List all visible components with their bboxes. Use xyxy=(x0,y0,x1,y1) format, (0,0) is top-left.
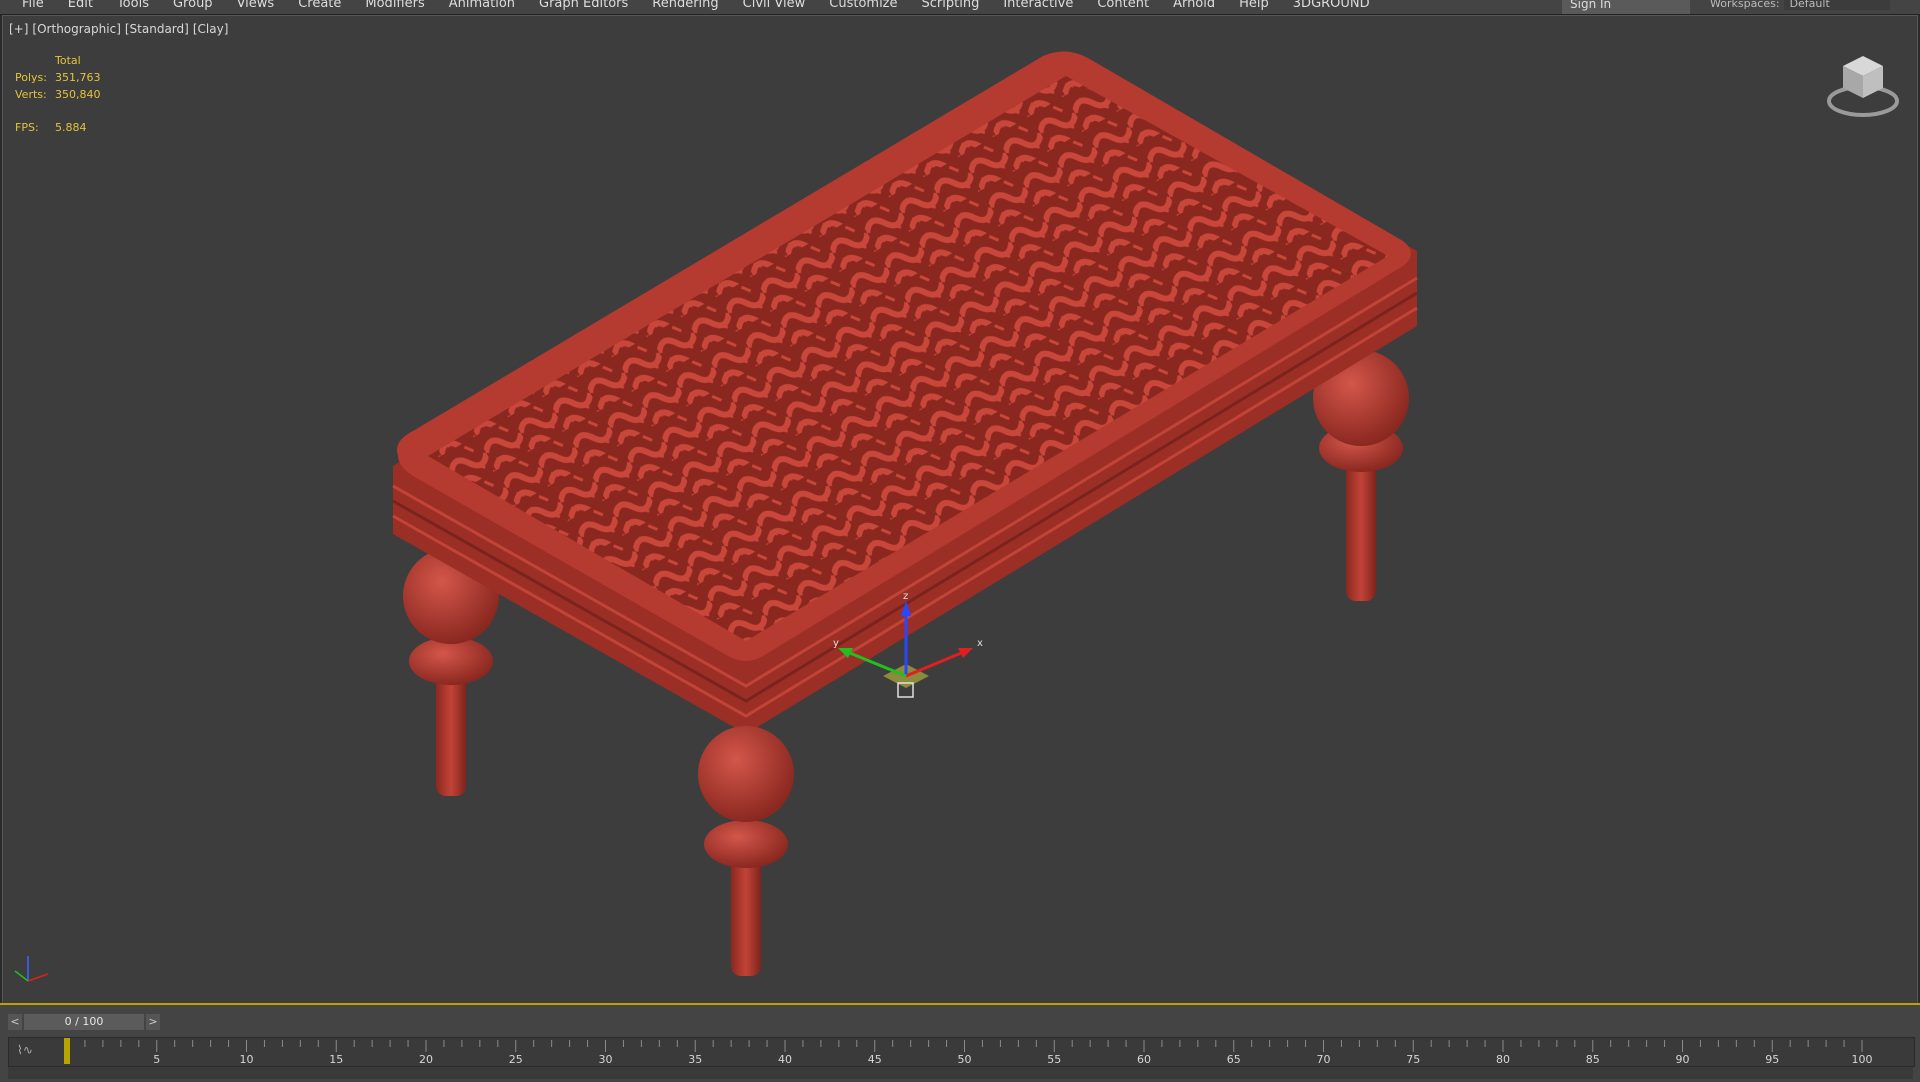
table-leg-front-center[interactable] xyxy=(698,726,794,976)
statistics-overlay: Total Polys: 351,763 Verts: 350,840 FPS: 5.… xyxy=(15,52,101,136)
frame-tick-label: 50 xyxy=(958,1053,972,1066)
menu-bar: File Edit Tools Group Views Create Modifiers An… xyxy=(0,0,1920,15)
menu-animation[interactable]: Animation xyxy=(437,0,527,11)
next-frame-button[interactable]: > xyxy=(146,1014,160,1030)
menu-items: File Edit Tools Group Views Create Modifiers An… xyxy=(10,0,1382,11)
polys-value: 351,763 xyxy=(55,71,101,84)
frame-tick-label: 95 xyxy=(1765,1053,1779,1066)
frame-tick-label: 35 xyxy=(688,1053,702,1066)
frame-tick-label: 30 xyxy=(599,1053,613,1066)
gizmo-z-label: z xyxy=(903,591,908,602)
track-bar[interactable]: ⌇∿ 5 10 15 20 25 30 35 40 45 50 55 60 65 70 75 80 85 90 95… xyxy=(8,1037,1915,1067)
frame-tick-label: 100 xyxy=(1852,1053,1873,1066)
prev-frame-button[interactable]: < xyxy=(8,1014,22,1030)
polys-label: Polys: xyxy=(15,71,47,84)
frame-tick-label: 75 xyxy=(1406,1053,1420,1066)
menu-content[interactable]: Content xyxy=(1085,0,1161,11)
sign-in-button[interactable]: Sign In xyxy=(1562,0,1690,14)
menu-help[interactable]: Help xyxy=(1227,0,1281,11)
frame-tick-label: 5 xyxy=(153,1053,160,1066)
sign-in-label: Sign In xyxy=(1570,0,1612,11)
frame-tick-label: 65 xyxy=(1227,1053,1241,1066)
menu-group[interactable]: Group xyxy=(161,0,225,11)
frame-tick-label: 80 xyxy=(1496,1053,1510,1066)
frame-tick-label: 25 xyxy=(509,1053,523,1066)
menu-create[interactable]: Create xyxy=(286,0,353,11)
frame-tick-label: 40 xyxy=(778,1053,792,1066)
frame-tick-label: 70 xyxy=(1317,1053,1331,1066)
frame-ruler[interactable]: 5 10 15 20 25 30 35 40 45 50 55 60 65 70 75 80 85 90 95 100 xyxy=(9,1038,1914,1066)
menu-customize[interactable]: Customize xyxy=(817,0,909,11)
viewcube-icon[interactable] xyxy=(1823,46,1903,126)
frame-tick-label: 55 xyxy=(1047,1053,1061,1066)
viewport-menu-plus[interactable]: [+] xyxy=(9,22,28,36)
frame-tick-label: 60 xyxy=(1137,1053,1151,1066)
time-slider-value[interactable]: 0 / 100 xyxy=(24,1014,144,1030)
fps-value: 5.884 xyxy=(55,121,87,134)
frame-tick-label: 45 xyxy=(868,1053,882,1066)
workspaces-selector[interactable]: Workspaces: Default xyxy=(1710,0,1890,10)
menu-edit[interactable]: Edit xyxy=(56,0,105,11)
menu-scripting[interactable]: Scripting xyxy=(910,0,992,11)
secondary-track xyxy=(8,1067,1913,1079)
verts-label: Verts: xyxy=(15,88,47,101)
frame-tick-label: 90 xyxy=(1676,1053,1690,1066)
menu-rendering[interactable]: Rendering xyxy=(640,0,730,11)
viewport-menu-shading[interactable]: [Clay] xyxy=(193,22,229,36)
viewport-label[interactable]: [+] [Orthographic] [Standard] [Clay] xyxy=(9,22,232,36)
menu-civil-view[interactable]: Civil View xyxy=(731,0,818,11)
verts-value: 350,840 xyxy=(55,88,101,101)
menu-graph-editors[interactable]: Graph Editors xyxy=(527,0,640,11)
scene-canvas[interactable]: x y z xyxy=(3,16,1917,1003)
frame-tick-label: 85 xyxy=(1586,1053,1600,1066)
frame-tick-label: 20 xyxy=(419,1053,433,1066)
timeline-panel: < 0 / 100 > ⌇∿ 5 10 15 20 25 30 35 40 45 50 55 60 65… xyxy=(0,1003,1920,1082)
gizmo-y-label: y xyxy=(833,638,839,649)
menu-3dground[interactable]: 3DGROUND xyxy=(1281,0,1382,11)
menu-tools[interactable]: Tools xyxy=(105,0,161,11)
axis-tripod xyxy=(14,956,49,982)
menu-modifiers[interactable]: Modifiers xyxy=(353,0,436,11)
menu-interactive[interactable]: Interactive xyxy=(991,0,1085,11)
table-leg-back-right[interactable] xyxy=(1313,350,1409,601)
time-slider[interactable]: < 0 / 100 > xyxy=(8,1013,163,1031)
workspaces-label: Workspaces: xyxy=(1710,0,1780,10)
fps-label: FPS: xyxy=(15,121,39,134)
stats-header: Total xyxy=(55,54,81,67)
viewport-menu-view[interactable]: [Orthographic] xyxy=(32,22,120,36)
viewport-menu-standard[interactable]: [Standard] xyxy=(125,22,189,36)
gizmo-x-label: x xyxy=(977,638,983,649)
menu-arnold[interactable]: Arnold xyxy=(1161,0,1227,11)
workspaces-value: Default xyxy=(1783,0,1890,10)
menu-file[interactable]: File xyxy=(10,0,56,11)
current-frame-marker[interactable] xyxy=(64,1038,70,1064)
frame-tick-label: 15 xyxy=(329,1053,343,1066)
frame-tick-label: 10 xyxy=(240,1053,254,1066)
menu-views[interactable]: Views xyxy=(225,0,287,11)
viewport-perspective[interactable]: x y z [+] [Orthographic] [Standard] [Clay] … xyxy=(2,15,1918,1004)
